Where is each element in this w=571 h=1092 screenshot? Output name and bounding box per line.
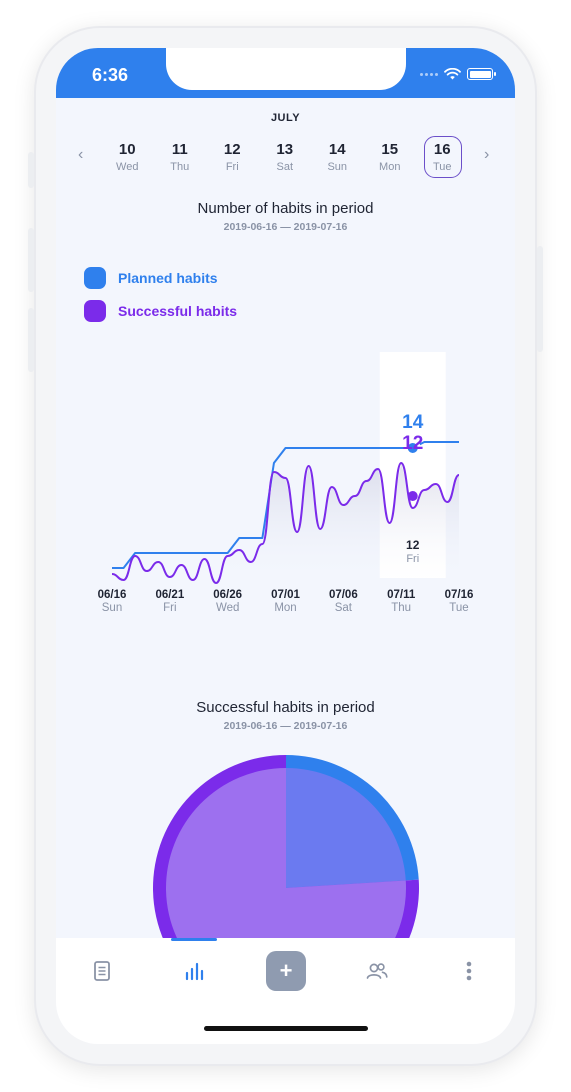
successful-marker xyxy=(407,491,418,501)
calendar-day[interactable]: 10 Wed xyxy=(101,138,154,178)
phone-power-button xyxy=(537,246,543,352)
tab-habits-list[interactable] xyxy=(79,948,125,994)
calendar-day[interactable]: 12 Fri xyxy=(206,138,259,178)
signal-icon xyxy=(420,72,438,76)
legend-successful-swatch xyxy=(84,300,106,322)
battery-icon xyxy=(467,68,496,80)
calendar-days: 10 Wed 11 Thu 12 Fri 13 Sat 14 Sun 15 Mon 16 Tue xyxy=(101,136,469,178)
phone-volume-down xyxy=(28,308,34,372)
x-tick-weekday: Thu xyxy=(391,602,411,614)
tooltip-planned-value: 14 xyxy=(402,412,424,433)
calendar-day[interactable]: 15 Mon xyxy=(364,138,417,178)
tab-add-habit[interactable]: + xyxy=(263,948,309,994)
calendar-day-number: 16 xyxy=(433,141,451,158)
x-tick-weekday: Tue xyxy=(449,602,468,614)
calendar-day-weekday: Thu xyxy=(170,161,190,173)
users-icon xyxy=(366,963,388,979)
calendar-day-number: 12 xyxy=(223,141,241,158)
calendar-day-number: 14 xyxy=(328,141,346,158)
wifi-icon xyxy=(444,68,461,80)
x-tick-date: 06/21 xyxy=(155,589,184,601)
phone-volume-up xyxy=(28,228,34,292)
pie-chart-range: 2019-06-16 — 2019-07-16 xyxy=(223,720,348,732)
status-time: 6:36 xyxy=(92,65,129,85)
calendar-day[interactable]: 11 Thu xyxy=(154,138,207,178)
calendar-day-weekday: Wed xyxy=(116,161,139,173)
habits-line-chart[interactable]: 141212Fri06/16Sun06/21Fri06/26Wed07/01Mo… xyxy=(56,348,515,618)
calendar-day-number: 15 xyxy=(381,141,399,158)
add-button-label: + xyxy=(279,958,293,983)
habits-chart-range: 2019-06-16 — 2019-07-16 xyxy=(223,221,348,233)
calendar-day-weekday: Fri xyxy=(225,161,239,173)
x-tick-weekday: Sun xyxy=(102,602,122,614)
status-bar: 6:36 xyxy=(56,48,515,98)
prev-week-button[interactable]: ‹ xyxy=(78,146,83,164)
home-indicator xyxy=(204,1026,368,1031)
plus-icon: + xyxy=(266,951,306,991)
calendar-day-weekday: Tue xyxy=(432,161,452,173)
document-icon xyxy=(94,961,110,981)
calendar-day-weekday: Mon xyxy=(379,161,401,173)
status-icons xyxy=(420,68,496,80)
tab-bar: + xyxy=(56,938,515,1044)
calendar-day-number: 10 xyxy=(118,141,136,158)
more-vertical-icon xyxy=(466,961,472,981)
x-tick-date: 07/16 xyxy=(445,589,474,601)
pie-slice xyxy=(286,768,406,888)
tooltip-date: 12 xyxy=(406,538,420,552)
calendar-day-number: 13 xyxy=(276,141,294,158)
tooltip-successful-value: 12 xyxy=(402,433,423,454)
calendar-day-weekday: Sun xyxy=(327,161,348,173)
x-tick-weekday: Wed xyxy=(216,602,239,614)
x-tick-date: 07/11 xyxy=(387,589,416,601)
pie-chart-title: Successful habits in period xyxy=(196,699,375,716)
calendar-day[interactable]: 14 Sun xyxy=(311,138,364,178)
x-tick-weekday: Sat xyxy=(335,602,353,614)
x-tick-date: 06/16 xyxy=(98,589,127,601)
x-tick-weekday: Fri xyxy=(163,602,176,614)
next-week-button[interactable]: › xyxy=(484,146,489,164)
notch xyxy=(166,48,406,90)
calendar-day-weekday: Sat xyxy=(276,161,293,173)
tooltip-weekday: Fri xyxy=(406,553,419,565)
bar-chart-icon xyxy=(185,962,204,981)
phone-side-button xyxy=(28,152,34,188)
legend-planned[interactable]: Planned habits xyxy=(84,267,218,289)
legend-successful-label: Successful habits xyxy=(118,303,238,319)
calendar-day[interactable]: 16 Tue xyxy=(416,136,469,178)
calendar-month: JULY xyxy=(270,112,301,124)
tab-active-indicator xyxy=(171,938,217,941)
legend-planned-label: Planned habits xyxy=(118,270,218,286)
habits-chart-title: Number of habits in period xyxy=(197,200,374,217)
successful-habits-pie[interactable] xyxy=(56,748,515,948)
app-screen: 6:36 JULY ‹ › 10 Wed 11 Thu 12 Fri 13 Sat 14 Sun 1… xyxy=(56,48,515,1044)
tab-more[interactable] xyxy=(446,948,492,994)
x-tick-date: 06/26 xyxy=(213,589,242,601)
tab-statistics[interactable] xyxy=(171,948,217,994)
legend-successful[interactable]: Successful habits xyxy=(84,300,237,322)
calendar-day[interactable]: 13 Sat xyxy=(259,138,312,178)
x-tick-date: 07/06 xyxy=(329,589,358,601)
calendar-day-number: 11 xyxy=(171,141,188,158)
x-tick-weekday: Mon xyxy=(274,602,296,614)
x-tick-date: 07/01 xyxy=(271,589,300,601)
legend-planned-swatch xyxy=(84,267,106,289)
tab-friends[interactable] xyxy=(354,948,400,994)
